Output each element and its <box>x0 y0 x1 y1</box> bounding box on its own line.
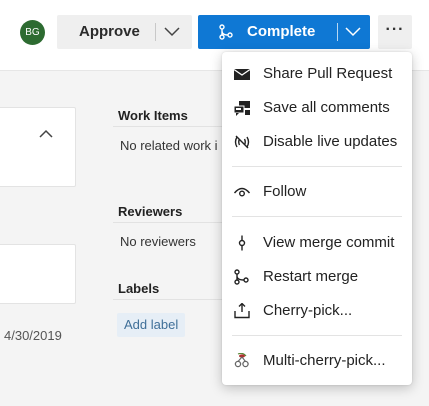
eye-icon <box>233 187 251 197</box>
menu-item-label: Save all comments <box>263 99 390 116</box>
menu-item-label: View merge commit <box>263 234 395 251</box>
menu-item-label: Disable live updates <box>263 133 398 150</box>
menu-item-view-merge-commit[interactable]: View merge commit <box>222 226 412 260</box>
menu-item-share-pull-request[interactable]: Share Pull Request <box>222 57 412 91</box>
menu-item-save-all-comments[interactable]: Save all comments <box>222 91 412 125</box>
menu-item-label: Multi-cherry-pick... <box>263 352 386 369</box>
menu-separator <box>232 166 402 167</box>
reviewers-title: Reviewers <box>118 204 183 219</box>
branch-icon <box>234 269 249 285</box>
menu-item-restart-merge[interactable]: Restart merge <box>222 260 412 294</box>
approve-label: Approve <box>79 23 140 40</box>
reviewers-text: No reviewers <box>120 234 196 249</box>
menu-item-multi-cherry-pick[interactable]: Multi-cherry-pick... <box>222 344 412 378</box>
reviewers-divider <box>113 222 228 223</box>
complete-button[interactable]: Complete <box>198 15 370 49</box>
date-text: 4/30/2019 <box>4 328 62 343</box>
menu-item-follow[interactable]: Follow <box>222 175 412 209</box>
live-updates-off-icon <box>234 135 250 149</box>
labels-divider <box>113 299 228 300</box>
approve-divider <box>155 23 156 41</box>
menu-item-label: Cherry-pick... <box>263 302 353 319</box>
menu-item-label: Restart merge <box>263 268 359 285</box>
cherry-pick-icon <box>234 303 250 319</box>
approve-button[interactable]: Approve <box>57 15 192 49</box>
add-label-button[interactable]: Add label <box>117 313 186 337</box>
menu-item-cherry-pick[interactable]: Cherry-pick... <box>222 294 412 328</box>
chevron-down-icon[interactable] <box>344 24 362 40</box>
menu-item-label: Share Pull Request <box>263 65 393 82</box>
work-items-title: Work Items <box>118 108 188 123</box>
menu-item-disable-live-updates[interactable]: Disable live updates <box>222 125 412 159</box>
work-items-text: No related work i <box>120 138 218 153</box>
work-items-divider <box>113 126 228 127</box>
menu-item-label: Follow <box>263 183 307 200</box>
multi-cherry-pick-icon <box>234 353 249 368</box>
envelope-icon <box>233 68 251 80</box>
more-actions-button[interactable]: ··· <box>378 15 412 49</box>
more-actions-menu: Share Pull Request Save all comments Dis… <box>222 52 412 385</box>
menu-separator <box>232 335 402 336</box>
avatar[interactable]: BG <box>20 20 45 45</box>
save-comments-icon <box>233 101 250 116</box>
complete-divider <box>337 23 338 41</box>
chevron-down-icon[interactable] <box>163 24 181 40</box>
complete-label: Complete <box>247 23 316 40</box>
chevron-up-icon[interactable] <box>39 129 53 139</box>
overview-card <box>0 107 76 187</box>
more-icon: ··· <box>385 21 405 38</box>
branch-icon <box>219 24 233 40</box>
labels-title: Labels <box>118 281 160 296</box>
commit-icon <box>238 235 246 251</box>
menu-separator <box>232 216 402 217</box>
description-card <box>0 244 76 304</box>
